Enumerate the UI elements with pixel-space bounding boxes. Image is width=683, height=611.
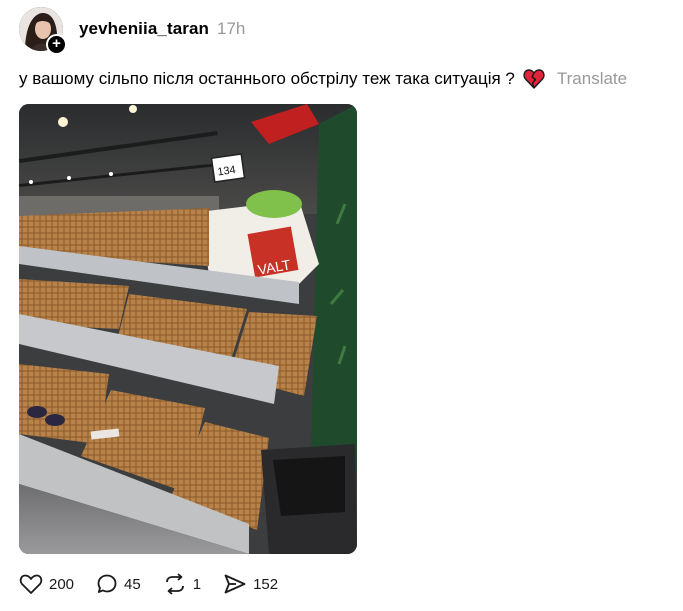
post: + yevheniia_taran 17h у вашому сільпо пі…	[0, 0, 683, 611]
follow-plus-icon[interactable]: +	[46, 34, 67, 55]
repost-button[interactable]: 1	[163, 573, 201, 595]
post-photo[interactable]: VALT 134	[19, 104, 357, 554]
send-icon	[223, 573, 247, 595]
comment-icon	[96, 573, 118, 595]
username-link[interactable]: yevheniia_taran	[79, 19, 209, 39]
reply-count: 45	[124, 575, 141, 593]
reply-button[interactable]: 45	[96, 573, 141, 595]
share-button[interactable]: 152	[223, 573, 278, 595]
translate-link[interactable]: Translate	[557, 69, 627, 89]
post-header: + yevheniia_taran 17h	[19, 6, 246, 55]
repost-count: 1	[192, 575, 202, 593]
heart-icon	[19, 573, 43, 595]
like-count: 200	[49, 575, 75, 593]
like-button[interactable]: 200	[19, 573, 74, 595]
caption-text: у вашому сільпо після останнього обстріл…	[19, 69, 515, 88]
repost-icon	[163, 573, 187, 595]
avatar-wrapper[interactable]: +	[19, 7, 67, 55]
post-actions: 200 45 1 152	[19, 572, 278, 596]
broken-heart-icon	[523, 68, 545, 90]
post-caption: у вашому сільпо після останнього обстріл…	[19, 68, 627, 90]
share-count: 152	[253, 575, 279, 593]
post-timestamp: 17h	[217, 19, 246, 38]
photo-price-tag: 134	[217, 164, 237, 178]
